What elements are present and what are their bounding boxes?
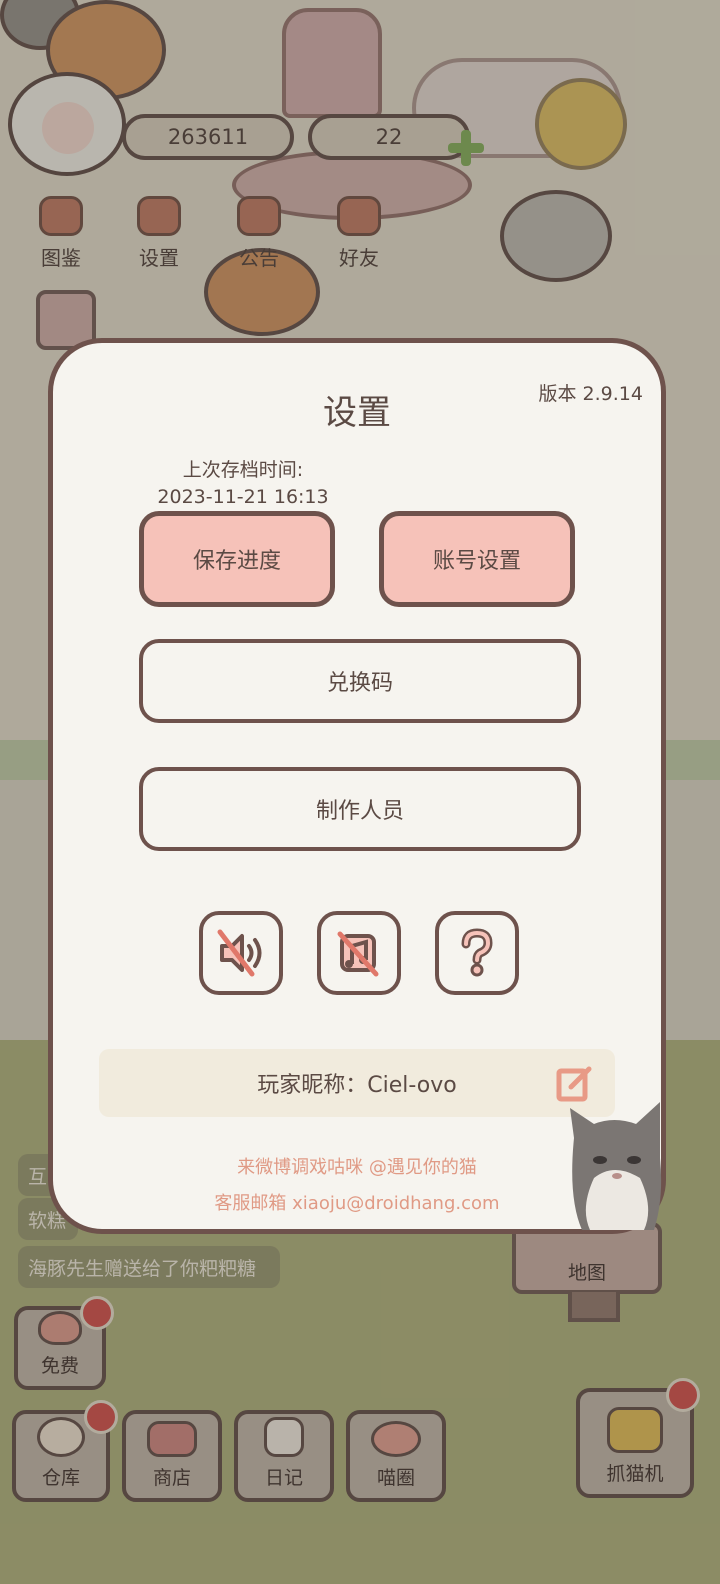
music-toggle-button[interactable] [317, 911, 401, 995]
save-progress-label: 保存进度 [192, 549, 281, 574]
save-progress-button[interactable]: 保存进度 [139, 511, 335, 607]
account-settings-label: 账号设置 [432, 549, 521, 574]
nickname-bar[interactable]: 玩家昵称：Ciel-ovo [99, 1049, 615, 1117]
help-icon [461, 928, 493, 977]
peeking-cat-icon [570, 1102, 662, 1230]
nickname-text: 玩家昵称：Ciel-ovo [257, 1073, 457, 1098]
last-save-label: 上次存档时间: [182, 459, 304, 481]
version-label: 版本 2.9.14 [538, 383, 643, 405]
edit-icon[interactable] [555, 1063, 595, 1103]
account-settings-button[interactable]: 账号设置 [379, 511, 575, 607]
sound-toggle-button[interactable] [199, 911, 283, 995]
music-muted-icon [337, 931, 379, 977]
credits-button[interactable]: 制作人员 [139, 767, 581, 851]
last-save-info: 上次存档时间: 2023-11-21 16:13 [143, 457, 343, 511]
sound-muted-icon [217, 929, 262, 977]
help-button[interactable] [435, 911, 519, 995]
credits-label: 制作人员 [315, 799, 404, 824]
redeem-code-label: 兑换码 [326, 671, 393, 696]
last-save-time: 2023-11-21 16:13 [157, 486, 329, 508]
redeem-code-button[interactable]: 兑换码 [139, 639, 581, 723]
